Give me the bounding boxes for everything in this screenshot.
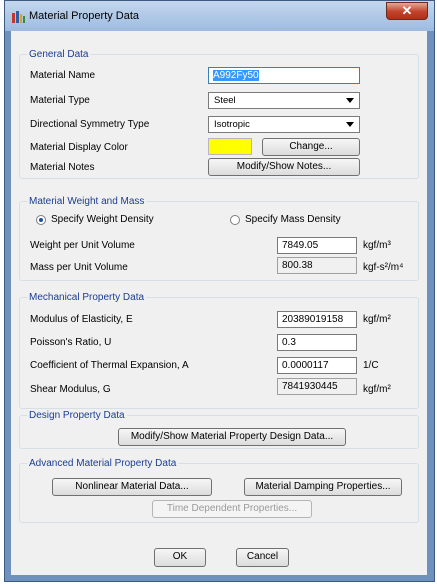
material-name-input[interactable]: A992Fy50 xyxy=(208,67,360,84)
poisson-input[interactable]: 0.3 xyxy=(277,334,357,351)
close-icon: ✕ xyxy=(401,3,413,18)
weight-mass-title: Material Weight and Mass xyxy=(27,196,147,208)
material-type-value: Steel xyxy=(214,95,236,106)
weight-per-volume-label: Weight per Unit Volume xyxy=(30,240,135,251)
mass-unit: kgf-s²/m⁴ xyxy=(363,262,404,273)
display-color-label: Material Display Color xyxy=(30,142,128,153)
poisson-label: Poisson's Ratio, U xyxy=(30,337,112,348)
time-dependent-button[interactable]: Time Dependent Properties... xyxy=(152,500,312,518)
weight-density-label: Specify Weight Density xyxy=(51,214,154,225)
general-data-title: General Data xyxy=(27,49,91,61)
chevron-down-icon xyxy=(346,122,354,127)
cancel-button[interactable]: Cancel xyxy=(236,548,289,567)
mechanical-title: Mechanical Property Data xyxy=(27,292,147,304)
modulus-label: Modulus of Elasticity, E xyxy=(30,314,133,325)
thermal-input[interactable]: 0.0000117 xyxy=(277,357,357,374)
shear-label: Shear Modulus, G xyxy=(30,384,111,395)
weight-unit: kgf/m³ xyxy=(363,240,391,251)
material-name-label: Material Name xyxy=(30,70,96,81)
thermal-unit: 1/C xyxy=(363,360,379,371)
radio-selected-dot xyxy=(39,218,43,222)
dialog-body: General Data Material Name A992Fy50 Mate… xyxy=(11,31,427,575)
title-bar[interactable]: Material Property Data ✕ xyxy=(5,1,434,31)
modify-notes-button[interactable]: Modify/Show Notes... xyxy=(208,158,360,176)
mass-density-radio[interactable] xyxy=(230,215,240,225)
change-color-button[interactable]: Change... xyxy=(262,138,360,156)
material-notes-label: Material Notes xyxy=(30,162,95,173)
advanced-title: Advanced Material Property Data xyxy=(27,458,179,470)
ok-button[interactable]: OK xyxy=(154,548,206,567)
material-property-dialog: Material Property Data ✕ General Data Ma… xyxy=(4,0,435,582)
symmetry-select[interactable]: Isotropic xyxy=(208,116,360,133)
damping-properties-button[interactable]: Material Damping Properties... xyxy=(244,478,402,496)
weight-mass-group: Material Weight and Mass Specify Weight … xyxy=(19,196,419,281)
shear-field: 7841930445 xyxy=(277,378,357,395)
symmetry-label: Directional Symmetry Type xyxy=(30,119,150,130)
weight-density-radio[interactable] xyxy=(36,215,46,225)
mass-per-volume-field: 800.38 xyxy=(277,257,357,274)
app-icon xyxy=(12,11,25,23)
shear-unit: kgf/m² xyxy=(363,384,391,395)
mass-per-volume-label: Mass per Unit Volume xyxy=(30,262,128,273)
material-name-value: A992Fy50 xyxy=(213,70,259,81)
general-data-group: General Data Material Name A992Fy50 Mate… xyxy=(19,49,419,179)
material-type-label: Material Type xyxy=(30,95,90,106)
modulus-unit: kgf/m² xyxy=(363,314,391,325)
mechanical-group: Mechanical Property Data Modulus of Elas… xyxy=(19,292,419,409)
thermal-label: Coefficient of Thermal Expansion, A xyxy=(30,360,189,371)
design-data-button[interactable]: Modify/Show Material Property Design Dat… xyxy=(118,428,346,446)
mass-density-label: Specify Mass Density xyxy=(245,214,341,225)
display-color-swatch xyxy=(208,138,252,155)
window-title: Material Property Data xyxy=(29,10,140,22)
close-button[interactable]: ✕ xyxy=(386,2,428,20)
modulus-input[interactable]: 20389019158 xyxy=(277,311,357,328)
design-group: Design Property Data Modify/Show Materia… xyxy=(19,410,419,449)
chevron-down-icon xyxy=(346,98,354,103)
material-type-select[interactable]: Steel xyxy=(208,92,360,109)
weight-per-volume-input[interactable]: 7849.05 xyxy=(277,237,357,254)
design-title: Design Property Data xyxy=(27,410,127,422)
advanced-group: Advanced Material Property Data Nonlinea… xyxy=(19,458,419,523)
nonlinear-data-button[interactable]: Nonlinear Material Data... xyxy=(52,478,212,496)
symmetry-value: Isotropic xyxy=(214,119,250,130)
